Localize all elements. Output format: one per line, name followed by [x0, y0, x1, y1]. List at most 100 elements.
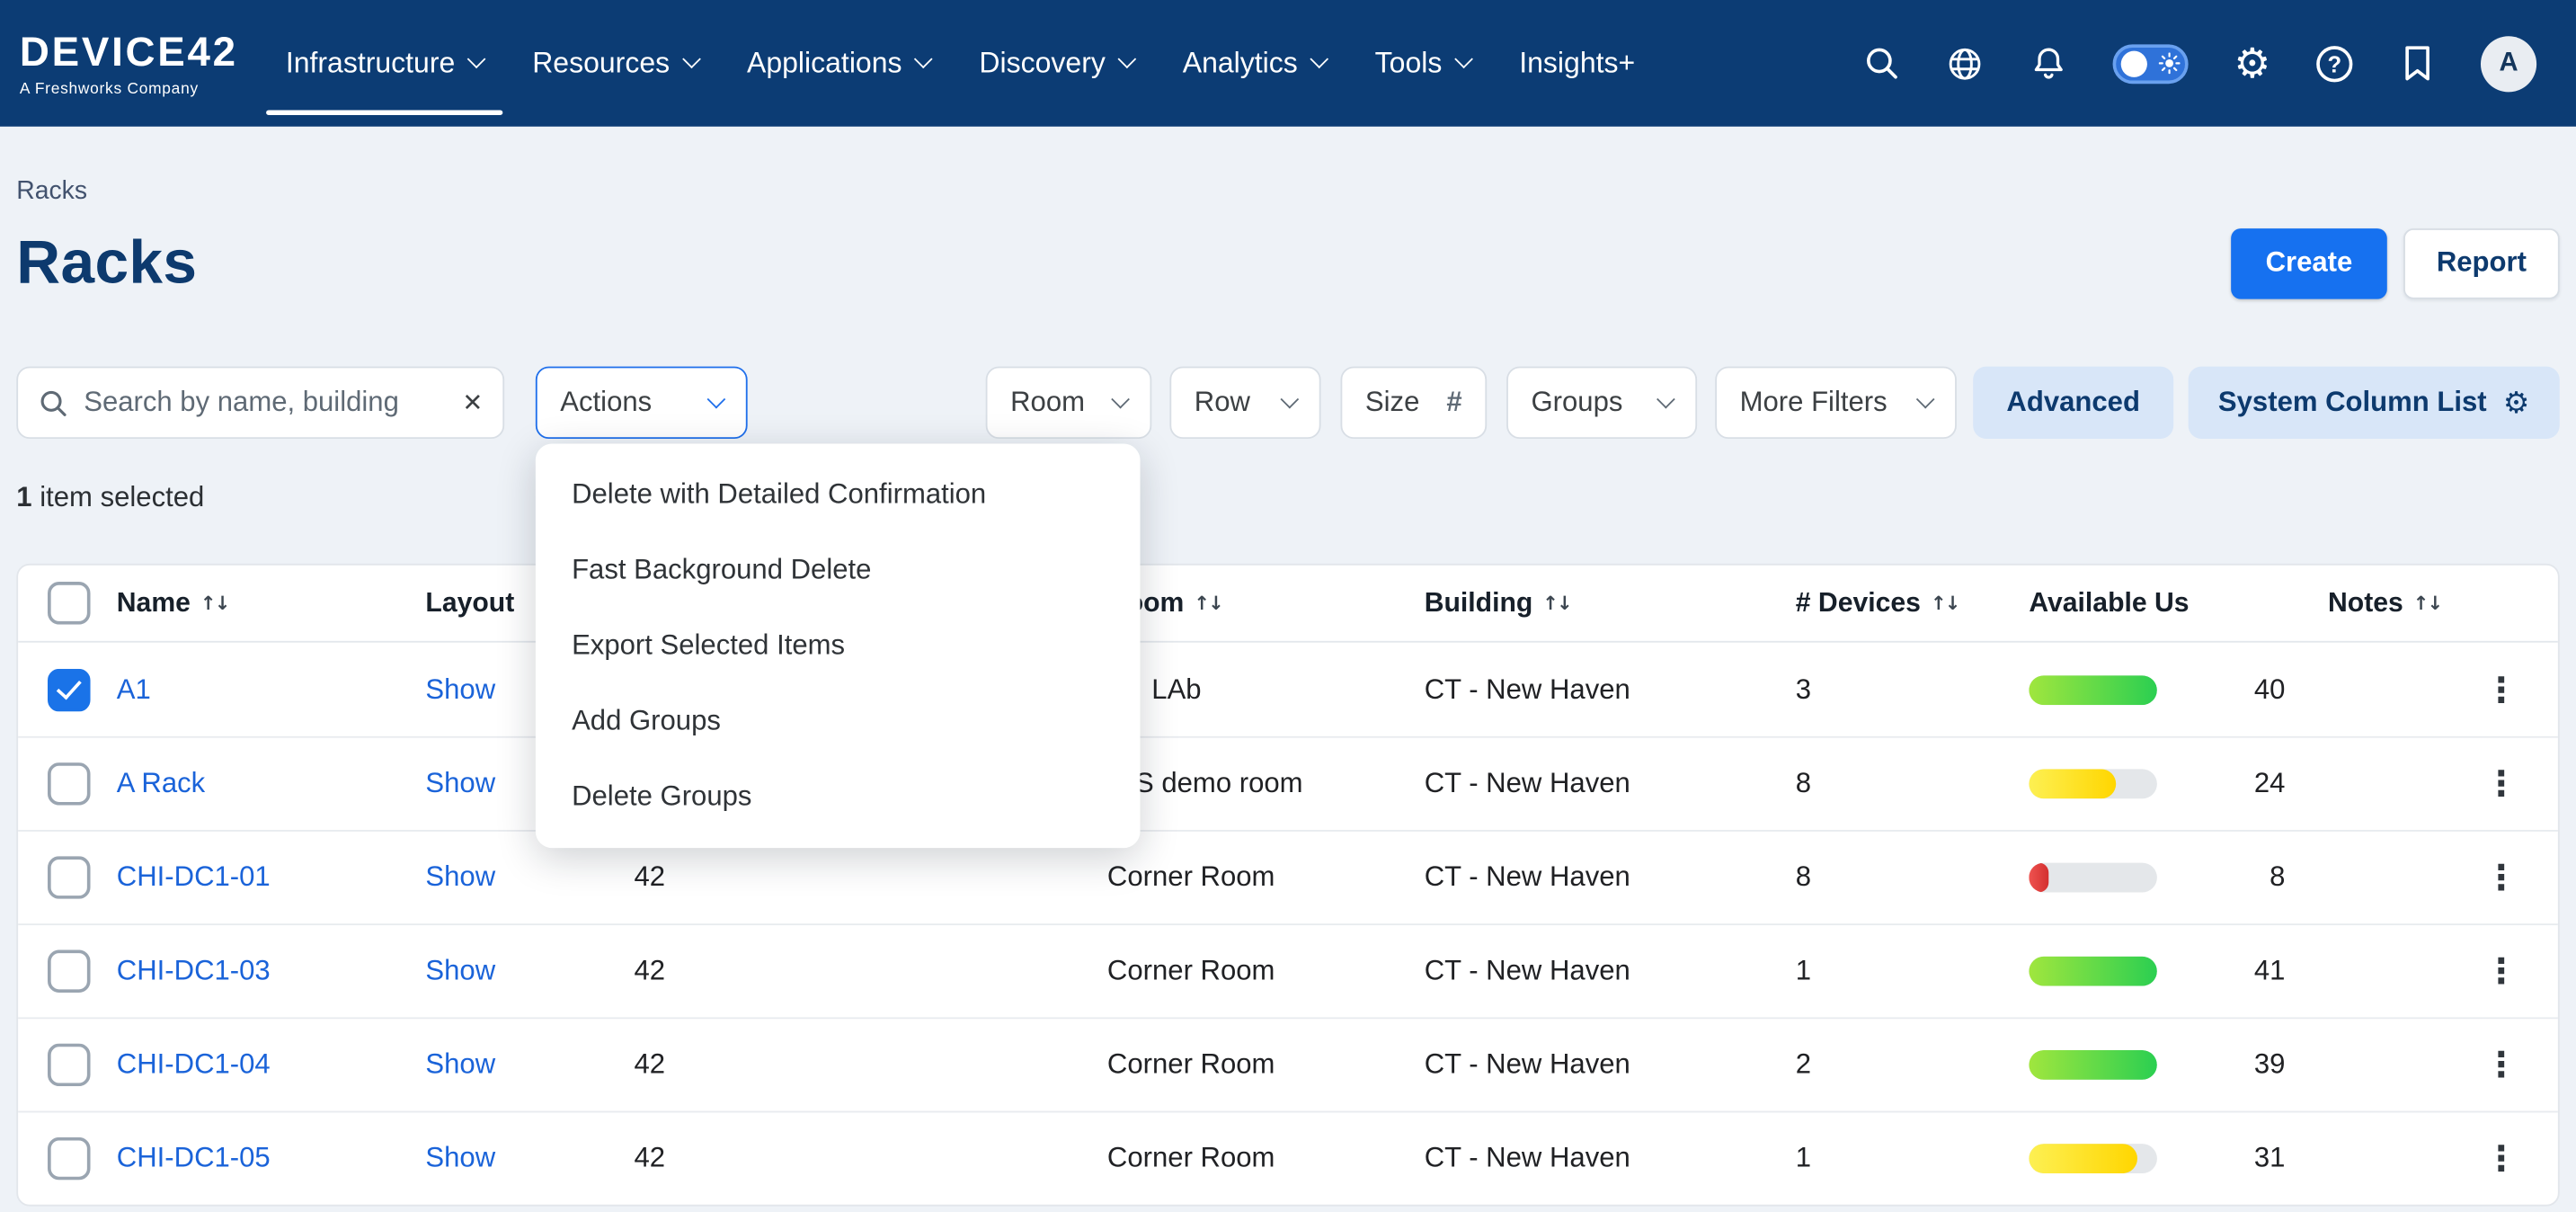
select-all-checkbox[interactable] — [48, 582, 91, 625]
column-header-available-us[interactable]: Available Us — [2009, 587, 2308, 619]
layout-show-link[interactable]: Show — [425, 861, 495, 895]
nav-item-infrastructure[interactable]: Infrastructure — [261, 0, 507, 127]
chevron-down-icon — [1657, 389, 1675, 408]
menu-item-add-groups[interactable]: Add Groups — [536, 683, 1141, 759]
sort-icon[interactable]: ↑↓ — [1194, 592, 1222, 615]
sort-icon[interactable]: ↑↓ — [2413, 592, 2442, 615]
room-cell: Corner Room — [1088, 861, 1405, 895]
row-checkbox[interactable] — [48, 949, 91, 993]
room-filter-dropdown[interactable]: Room — [986, 367, 1152, 439]
nav-item-discovery[interactable]: Discovery — [955, 0, 1158, 127]
rack-name-cell: CHI-DC1-03 — [97, 955, 406, 988]
row-actions-kebab[interactable]: ⋮ — [2484, 1045, 2558, 1084]
system-column-list-button[interactable]: System Column List ⚙ — [2189, 367, 2560, 439]
bookmark-icon[interactable] — [2397, 43, 2437, 83]
row-checkbox[interactable] — [48, 1137, 91, 1181]
column-header-label: Layout — [425, 587, 514, 619]
rack-name-link[interactable]: CHI-DC1-05 — [117, 1142, 271, 1175]
rack-name-link[interactable]: CHI-DC1-04 — [117, 1048, 271, 1082]
sort-icon[interactable]: ↑↓ — [200, 592, 229, 615]
more-filters-dropdown[interactable]: More Filters — [1715, 367, 1957, 439]
available-units-value: 31 — [2229, 1142, 2285, 1175]
layout-cell: Show — [405, 1142, 614, 1175]
rack-name-link[interactable]: A1 — [117, 673, 151, 706]
available-units-cell: 39 — [2009, 1048, 2308, 1082]
theme-toggle[interactable] — [2113, 43, 2189, 83]
selection-count: 1 — [16, 482, 31, 513]
nav-item-resources[interactable]: Resources — [508, 0, 723, 127]
row-actions-kebab[interactable]: ⋮ — [2484, 764, 2558, 804]
help-icon[interactable]: ? — [2316, 45, 2352, 81]
table-row: A1ShowLAbCT - New Haven340⋮ — [18, 643, 2558, 736]
row-checkbox[interactable] — [48, 856, 91, 899]
top-navbar: DEVICE42 A Freshworks Company Infrastruc… — [0, 0, 2576, 127]
column-header-name[interactable]: Name↑↓ — [97, 587, 406, 619]
layout-show-link[interactable]: Show — [425, 1048, 495, 1082]
chevron-down-icon — [707, 389, 726, 408]
menu-item-export-selected-items[interactable]: Export Selected Items — [536, 608, 1141, 683]
search-box[interactable]: ✕ — [16, 367, 504, 439]
search-input[interactable] — [84, 387, 448, 420]
rack-name-link[interactable]: CHI-DC1-03 — [117, 955, 271, 988]
chevron-down-icon — [1310, 49, 1328, 68]
sort-icon[interactable]: ↑↓ — [1931, 592, 1959, 615]
nav-item-applications[interactable]: Applications — [723, 0, 955, 127]
nav-item-label: Resources — [532, 46, 670, 80]
room-cell: Corner Room — [1088, 955, 1405, 988]
nav-item-analytics[interactable]: Analytics — [1158, 0, 1350, 127]
size-filter-input[interactable]: Size # — [1340, 367, 1487, 439]
nav-item-tools[interactable]: Tools — [1350, 0, 1495, 127]
row-checkbox[interactable] — [48, 762, 91, 806]
bell-icon[interactable] — [2029, 43, 2068, 83]
breadcrumb[interactable]: Racks — [16, 177, 2559, 207]
column-header-building[interactable]: Building ↑↓ — [1405, 587, 1776, 619]
row-checkbox[interactable] — [48, 1044, 91, 1087]
report-button[interactable]: Report — [2403, 227, 2560, 299]
row-actions-kebab[interactable]: ⋮ — [2484, 670, 2558, 709]
menu-item-delete-groups[interactable]: Delete Groups — [536, 759, 1141, 834]
sort-icon[interactable]: ↑↓ — [1542, 592, 1571, 615]
gear-icon[interactable]: ⚙ — [2233, 43, 2272, 83]
notes-cell: ⋮ — [2308, 670, 2558, 709]
create-button[interactable]: Create — [2231, 227, 2387, 299]
chevron-down-icon — [914, 49, 933, 68]
chevron-down-icon — [682, 49, 701, 68]
rack-name-link[interactable]: A Rack — [117, 768, 205, 801]
layout-show-link[interactable]: Show — [425, 955, 495, 988]
avatar[interactable]: A — [2481, 35, 2536, 91]
globe-icon[interactable] — [1945, 43, 1985, 83]
clear-search-icon[interactable]: ✕ — [462, 388, 483, 417]
menu-item-fast-background-delete[interactable]: Fast Background Delete — [536, 532, 1141, 608]
nav-item-insights[interactable]: Insights+ — [1495, 0, 1660, 127]
layout-show-link[interactable]: Show — [425, 1142, 495, 1175]
row-checkbox[interactable] — [48, 668, 91, 711]
groups-filter-dropdown[interactable]: Groups — [1506, 367, 1697, 439]
menu-item-delete-with-detailed-confirmation[interactable]: Delete with Detailed Confirmation — [536, 457, 1141, 532]
search-icon[interactable] — [1861, 43, 1901, 83]
page: DEVICE42 A Freshworks Company Infrastruc… — [0, 0, 2576, 1211]
layout-show-link[interactable]: Show — [425, 673, 495, 706]
available-units-cell: 31 — [2009, 1142, 2308, 1175]
column-header-devices[interactable]: # Devices↑↓ — [1776, 587, 2010, 619]
column-header-label: Building — [1425, 587, 1533, 619]
row-actions-kebab[interactable]: ⋮ — [2484, 1139, 2558, 1179]
row-actions-kebab[interactable]: ⋮ — [2484, 951, 2558, 991]
devices-count-cell: 8 — [1776, 768, 2010, 801]
chevron-down-icon — [467, 49, 486, 68]
brand-logo[interactable]: DEVICE42 A Freshworks Company — [20, 0, 238, 127]
row-select-cell — [18, 1137, 97, 1181]
actions-dropdown[interactable]: Actions — [536, 367, 748, 439]
rack-name-link[interactable]: CHI-DC1-01 — [117, 861, 271, 895]
row-filter-dropdown[interactable]: Row — [1169, 367, 1320, 439]
advanced-button[interactable]: Advanced — [1973, 367, 2173, 439]
size-cell: 42 — [615, 861, 1088, 895]
column-header-notes[interactable]: Notes↑↓ — [2308, 587, 2558, 619]
table-header-row: Name↑↓LayoutSizeRoom↑↓Building↑↓# Device… — [18, 566, 2558, 643]
devices-count-cell: 8 — [1776, 861, 2010, 895]
row-actions-kebab[interactable]: ⋮ — [2484, 858, 2558, 897]
system-column-list-label: System Column List — [2218, 387, 2487, 420]
size-cell: 42 — [615, 1048, 1088, 1082]
table-row: A RackShowS demo roomCT - New Haven824⋮ — [18, 736, 2558, 830]
layout-show-link[interactable]: Show — [425, 768, 495, 801]
brand-logo-subtext: A Freshworks Company — [20, 80, 238, 98]
